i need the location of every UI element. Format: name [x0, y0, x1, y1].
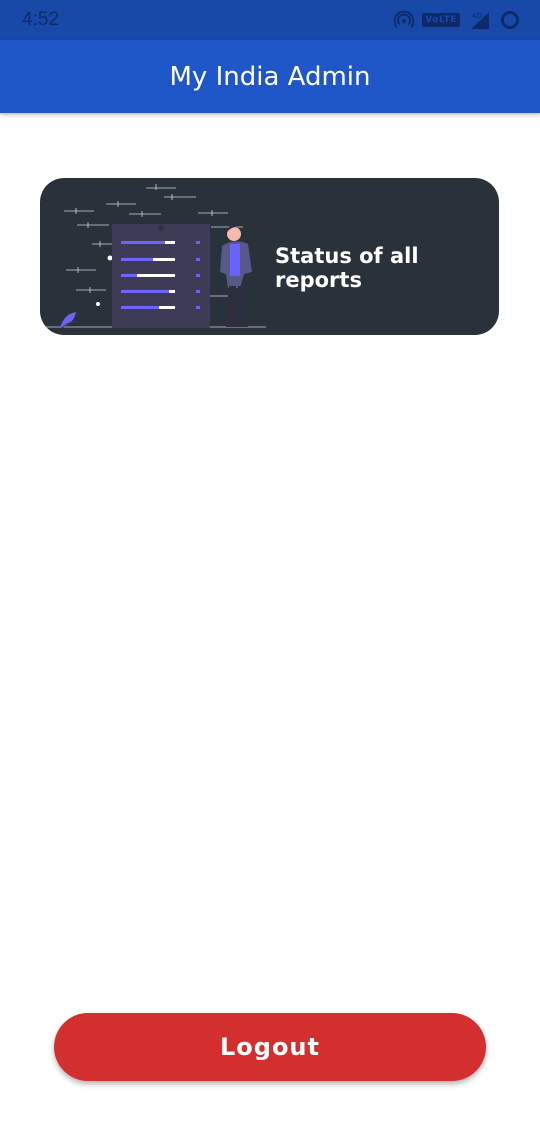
- volte-icon: VoLTE: [422, 13, 460, 27]
- signal-icon: 4G: [471, 12, 489, 29]
- loading-circle-icon: [501, 11, 519, 29]
- app-title: My India Admin: [169, 61, 371, 92]
- logout-label: Logout: [219, 1033, 320, 1061]
- logout-button[interactable]: Logout: [54, 1013, 486, 1081]
- signal-label: 4G: [472, 12, 482, 20]
- status-reports-label: Status of all reports: [275, 244, 419, 292]
- status-time: 4:52: [22, 9, 59, 30]
- hotspot-icon: [394, 10, 415, 28]
- status-bar: 4:52 VoLTE 4G: [0, 0, 540, 40]
- app-bar: My India Admin: [0, 40, 540, 113]
- status-icons: VoLTE 4G: [394, 9, 520, 31]
- person-with-report-board-illustration: [40, 184, 266, 329]
- status-reports-card[interactable]: Status of all reports: [40, 178, 499, 335]
